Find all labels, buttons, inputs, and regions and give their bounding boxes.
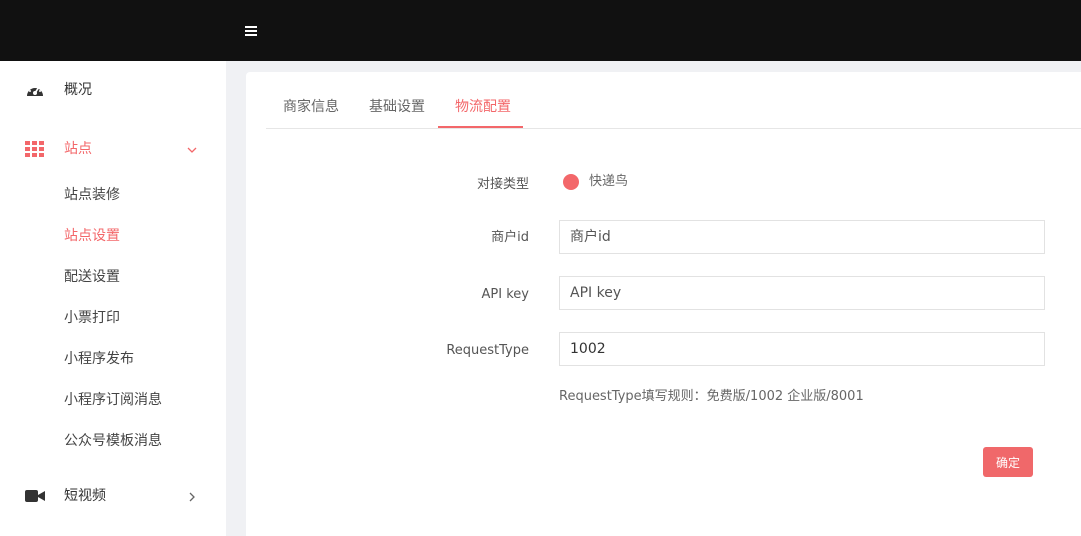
sidebar-subitem-site-decoration[interactable]: 站点装修 bbox=[64, 186, 120, 204]
merchant-id-input[interactable] bbox=[559, 220, 1045, 254]
sidebar-item-overview[interactable]: 概况 bbox=[0, 70, 226, 110]
main-panel: 商家信息 基础设置 物流配置 对接类型 快递鸟 商户id API key Req… bbox=[246, 72, 1081, 536]
sidebar-subitem-official-template[interactable]: 公众号模板消息 bbox=[64, 432, 162, 450]
tab-basic-settings[interactable]: 基础设置 bbox=[369, 98, 425, 116]
request-type-label: RequestType bbox=[446, 343, 529, 358]
chevron-down-icon bbox=[187, 147, 197, 153]
tab-merchant-info[interactable]: 商家信息 bbox=[283, 98, 339, 116]
sidebar-subitem-miniapp-publish[interactable]: 小程序发布 bbox=[64, 350, 134, 368]
sidebar-item-label: 站点 bbox=[64, 141, 92, 157]
integration-type-option[interactable]: 快递鸟 bbox=[589, 174, 628, 190]
sidebar-item-label: 短视频 bbox=[64, 488, 106, 504]
integration-type-label: 对接类型 bbox=[476, 177, 529, 192]
request-type-input[interactable] bbox=[559, 332, 1045, 366]
tab-bar: 商家信息 基础设置 物流配置 bbox=[266, 72, 1081, 129]
sidebar-subitem-site-settings[interactable]: 站点设置 bbox=[64, 227, 120, 245]
sidebar-subitem-delivery-settings[interactable]: 配送设置 bbox=[64, 268, 120, 286]
grid-icon bbox=[25, 141, 44, 157]
sidebar-item-label: 概况 bbox=[64, 82, 92, 98]
request-type-hint: RequestType填写规则：免费版/1002 企业版/8001 bbox=[559, 389, 864, 404]
sidebar-item-short-video[interactable]: 短视频 bbox=[0, 476, 226, 516]
chevron-right-icon bbox=[189, 492, 195, 502]
dashboard-icon bbox=[27, 85, 43, 96]
sidebar-item-site[interactable]: 站点 bbox=[0, 129, 226, 169]
tab-logistics-config[interactable]: 物流配置 bbox=[455, 98, 511, 116]
sidebar: 概况 站点 站点装修 站点设置 配送设置 小票打印 小程序发布 小程序订阅消息 … bbox=[0, 61, 226, 536]
video-icon bbox=[25, 490, 45, 502]
api-key-input[interactable] bbox=[559, 276, 1045, 310]
radio-selected-icon[interactable] bbox=[563, 174, 579, 190]
active-tab-indicator bbox=[438, 126, 523, 128]
hamburger-icon[interactable] bbox=[245, 26, 257, 36]
sidebar-subitem-receipt-printing[interactable]: 小票打印 bbox=[64, 309, 120, 327]
top-bar bbox=[0, 0, 1081, 61]
confirm-button[interactable]: 确定 bbox=[983, 447, 1033, 477]
sidebar-subitem-miniapp-subscription[interactable]: 小程序订阅消息 bbox=[64, 391, 162, 409]
merchant-id-label: 商户id bbox=[491, 230, 529, 245]
api-key-label: API key bbox=[481, 287, 529, 302]
